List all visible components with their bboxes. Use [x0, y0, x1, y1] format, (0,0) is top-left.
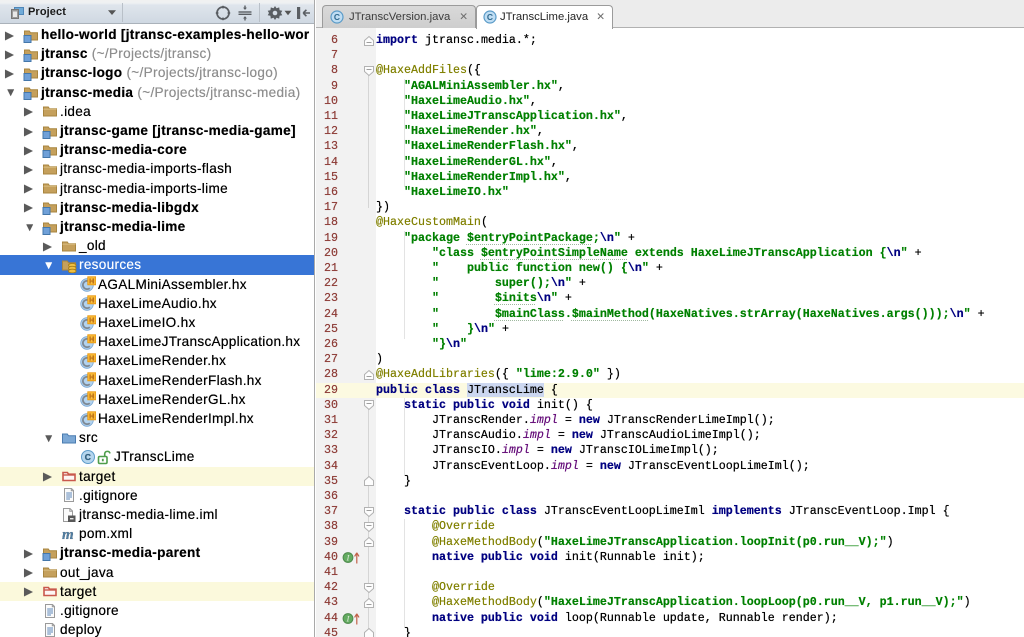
svg-text:I: I: [346, 614, 350, 623]
svg-text:H: H: [89, 276, 95, 285]
svg-text:H: H: [89, 392, 95, 401]
svg-text:C: C: [487, 12, 493, 22]
svg-text:I: I: [346, 553, 350, 562]
svg-text:H: H: [89, 334, 95, 343]
svg-text:H: H: [89, 296, 95, 305]
svg-text:H: H: [89, 353, 95, 362]
svg-text:H: H: [89, 411, 95, 420]
svg-text:m: m: [62, 527, 74, 542]
svg-text:H: H: [89, 372, 95, 381]
svg-text:H: H: [89, 315, 95, 324]
svg-text:C: C: [85, 452, 91, 462]
